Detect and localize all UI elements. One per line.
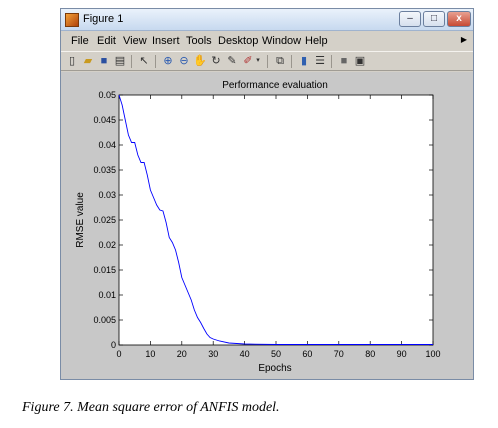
figure-canvas: Performance evaluation RMSE value Epochs… [61,72,473,379]
legend-icon[interactable]: ☰ [313,54,327,68]
x-tick-label: 20 [177,349,187,359]
menu-view[interactable]: View [123,35,147,47]
open-folder-icon[interactable]: ▰ [81,54,95,68]
toolbar-separator [131,55,132,68]
x-tick-label: 50 [271,349,281,359]
x-tick-label: 60 [302,349,312,359]
chart-title: Performance evaluation [222,80,328,91]
maximize-button[interactable]: □ [423,11,445,27]
menu-desktop[interactable]: Desktop [218,35,258,47]
x-tick-label: 80 [365,349,375,359]
menu-overflow-arrow-icon[interactable]: ▶ [461,35,467,44]
data-cursor-icon[interactable]: ✎ [225,54,239,68]
y-tick-label: 0.04 [98,140,116,150]
minimize-button[interactable]: – [399,11,421,27]
y-tick-label: 0.025 [93,215,116,225]
toolbar-separator [331,55,332,68]
y-tick-label: 0.005 [93,315,116,325]
brush-dropdown-icon[interactable]: ▾ [254,54,262,68]
x-tick-label: 10 [145,349,155,359]
y-tick-label: 0 [111,340,116,350]
zoom-out-icon[interactable]: ⊖ [177,54,191,68]
toolbar-separator [291,55,292,68]
toolbar-separator [155,55,156,68]
y-tick-label: 0.05 [98,90,116,100]
zoom-in-icon[interactable]: ⊕ [161,54,175,68]
x-tick-label: 40 [240,349,250,359]
save-icon[interactable]: ■ [97,54,111,68]
y-tick-label: 0.03 [98,190,116,200]
close-button[interactable]: x [447,11,471,27]
y-tick-label: 0.035 [93,165,116,175]
y-tick-label: 0.01 [98,290,116,300]
x-axis-label: Epochs [258,363,291,374]
show-plot-tools-icon[interactable]: ▣ [353,54,367,68]
rotate-3d-icon[interactable]: ↻ [209,54,223,68]
x-tick-label: 100 [425,349,440,359]
y-tick-label: 0.045 [93,115,116,125]
performance-plot: Performance evaluation RMSE value Epochs… [75,80,441,374]
title-bar[interactable]: Figure 1 – □ x [61,9,473,31]
new-file-icon[interactable]: ▯ [65,54,79,68]
x-tick-label: 0 [116,349,121,359]
pointer-icon[interactable]: ↖ [137,54,151,68]
pan-hand-icon[interactable]: ✋ [193,54,207,68]
toolbar: ▯ ▰ ■ ▤ ↖ ⊕ ⊖ ✋ ↻ ✎ ✐ ▾ ⧉ ▮ ☰ ■ ▣ [61,51,473,71]
x-tick-label: 90 [397,349,407,359]
figure-caption: Figure 7. Mean square error of ANFIS mod… [22,400,280,415]
window-title: Figure 1 [83,13,124,25]
y-axis-label: RMSE value [75,192,86,248]
menu-insert[interactable]: Insert [152,35,180,47]
y-tick-label: 0.02 [98,240,116,250]
menu-edit[interactable]: Edit [97,35,116,47]
link-icon[interactable]: ⧉ [273,54,287,68]
colorbar-icon[interactable]: ▮ [297,54,311,68]
menu-tools[interactable]: Tools [186,35,212,47]
print-icon[interactable]: ▤ [113,54,127,68]
toolbar-separator [267,55,268,68]
menu-window[interactable]: Window [262,35,301,47]
hide-plot-tools-icon[interactable]: ■ [337,54,351,68]
menu-bar: File Edit View Insert Tools Desktop Wind… [61,32,473,50]
figure-window: Figure 1 – □ x File Edit View Insert Too… [60,8,474,380]
x-tick-label: 30 [208,349,218,359]
x-tick-label: 70 [334,349,344,359]
brush-icon[interactable]: ✐ [241,54,255,68]
y-tick-label: 0.015 [93,265,116,275]
matlab-figure-icon [65,13,79,27]
plot-area [118,94,434,346]
menu-help[interactable]: Help [305,35,328,47]
menu-file[interactable]: File [71,35,89,47]
